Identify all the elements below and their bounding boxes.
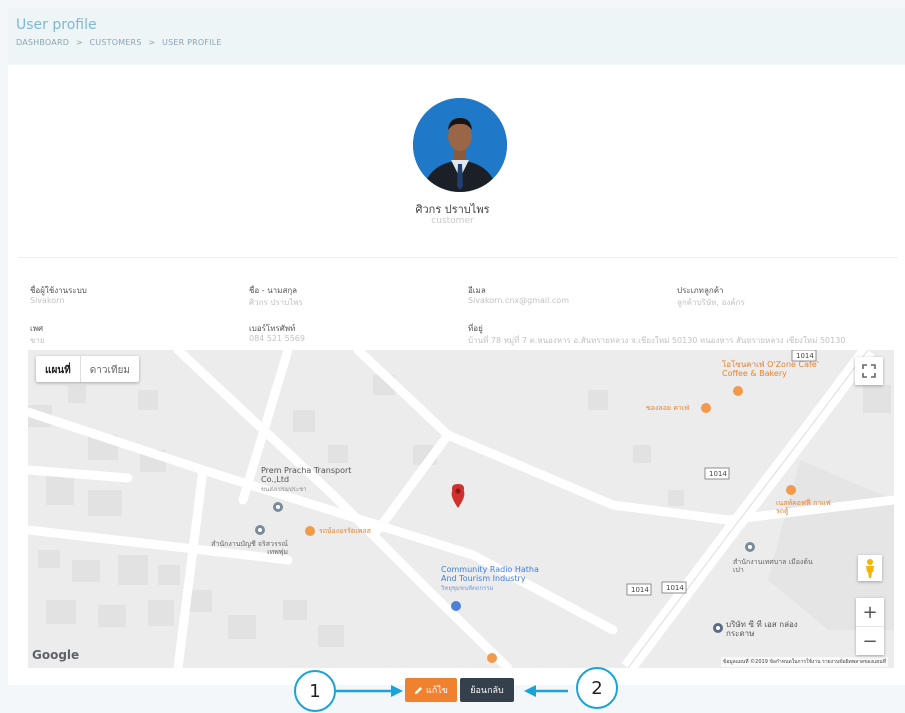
- address-value: บ้านที่ 78 หมู่ที่ 7 ต.หนองหาร อ.สันทราย…: [468, 336, 846, 345]
- place-icon-accounting: [255, 525, 265, 535]
- edit-button-label: แก้ไข: [426, 686, 448, 696]
- section-divider: [18, 257, 898, 258]
- pencil-icon: [414, 686, 423, 694]
- email-value: Sivakorn.cnx@gmail.com: [468, 296, 569, 305]
- annotation-marker-2: 2: [576, 667, 618, 709]
- place-icon-radio: [451, 601, 461, 611]
- place-company[interactable]: บริษัท ซี ที เอส กล่องกระดาษ: [726, 620, 816, 638]
- fullscreen-button[interactable]: [855, 357, 883, 385]
- back-button[interactable]: ย้อนกลับ: [460, 678, 514, 702]
- map-attribution[interactable]: ข้อมูลแผนที่ ©2019 ข้อกำหนดในการใช้งาน ร…: [720, 657, 888, 667]
- google-logo: Google: [32, 648, 80, 662]
- page-header: User profile DASHBOARD > CUSTOMERS > USE…: [8, 8, 905, 64]
- breadcrumb-separator: >: [75, 38, 83, 47]
- place-radio[interactable]: Community Radio Hatha And Tourism Indust…: [441, 565, 556, 593]
- fullname-value: ศิวกร ปราบไพร: [249, 298, 303, 307]
- road-shield-1014-left: 1014: [631, 586, 649, 594]
- breadcrumb-dashboard[interactable]: DASHBOARD: [16, 38, 69, 47]
- street-view-pegman[interactable]: [858, 555, 882, 581]
- tab-map[interactable]: แผนที่: [36, 356, 80, 382]
- breadcrumb-customers[interactable]: CUSTOMERS: [90, 38, 142, 47]
- map-view[interactable]: 1014 1014 1014 1014 Prem Pracha Transpor…: [28, 350, 894, 668]
- road-shield-1014-mid: 1014: [709, 470, 727, 478]
- breadcrumb: DASHBOARD > CUSTOMERS > USER PROFILE: [16, 38, 226, 47]
- annotation-marker-1: 1: [294, 670, 336, 712]
- place-prem[interactable]: Prem Pracha Transport Co.,Ltd ขนส่งเปรมป…: [261, 466, 356, 494]
- place-coffee[interactable]: เนสท์คอฟฟี่ กาแฟรถตู้: [776, 499, 836, 515]
- place-icon-shop: [305, 526, 315, 536]
- pegman-icon: [866, 559, 874, 578]
- username-value: Sivakorn: [30, 296, 65, 305]
- fullscreen-icon: [862, 364, 876, 378]
- place-icon-coffee: [786, 485, 796, 495]
- place-shop[interactable]: รถบ้องอรรัตเพลส: [319, 526, 371, 537]
- place-icon-company: [713, 623, 723, 633]
- place-accounting[interactable]: สำนักงานบัญชี จริสวรรณ์ เทพพุ่ม: [208, 540, 288, 556]
- profile-role: customer: [431, 216, 474, 226]
- place-icon-bottom: [487, 653, 497, 663]
- zoom-controls: + −: [856, 598, 884, 655]
- avatar: [413, 98, 507, 192]
- breadcrumb-separator: >: [148, 38, 156, 47]
- edit-button[interactable]: แก้ไข: [405, 678, 457, 702]
- road-shield-1014-top: 1014: [796, 352, 814, 360]
- place-ozone[interactable]: โอโซนคาเฟ่ O'Zone Cafe' Coffee & Bakery: [722, 360, 832, 378]
- back-button-label: ย้อนกลับ: [470, 686, 504, 696]
- tab-satellite[interactable]: ดาวเทียม: [79, 356, 139, 382]
- phone-value: 084 521 5569: [249, 334, 305, 343]
- breadcrumb-user-profile: USER PROFILE: [162, 38, 222, 47]
- place-municipal[interactable]: สำนักงานเทศบาล เมืองต้นเปา: [733, 558, 813, 574]
- page-title: User profile: [16, 17, 97, 33]
- gender-value: ชาย: [30, 336, 45, 345]
- zoom-out-button[interactable]: −: [856, 627, 884, 655]
- customer-type-value: ลูกค้าบริษัท, องค์กร: [677, 298, 745, 307]
- map-type-tabs: แผนที่ ดาวเทียม: [36, 356, 139, 382]
- place-icon-municipal: [745, 542, 755, 552]
- place-cafe[interactable]: ของลอย คาเฟ่: [646, 403, 689, 414]
- place-icon-ozone: [733, 386, 743, 396]
- place-icon-prem: [273, 502, 283, 512]
- zoom-in-button[interactable]: +: [856, 598, 884, 627]
- road-shield-1014-right: 1014: [666, 584, 684, 592]
- place-icon-cafe: [701, 403, 711, 413]
